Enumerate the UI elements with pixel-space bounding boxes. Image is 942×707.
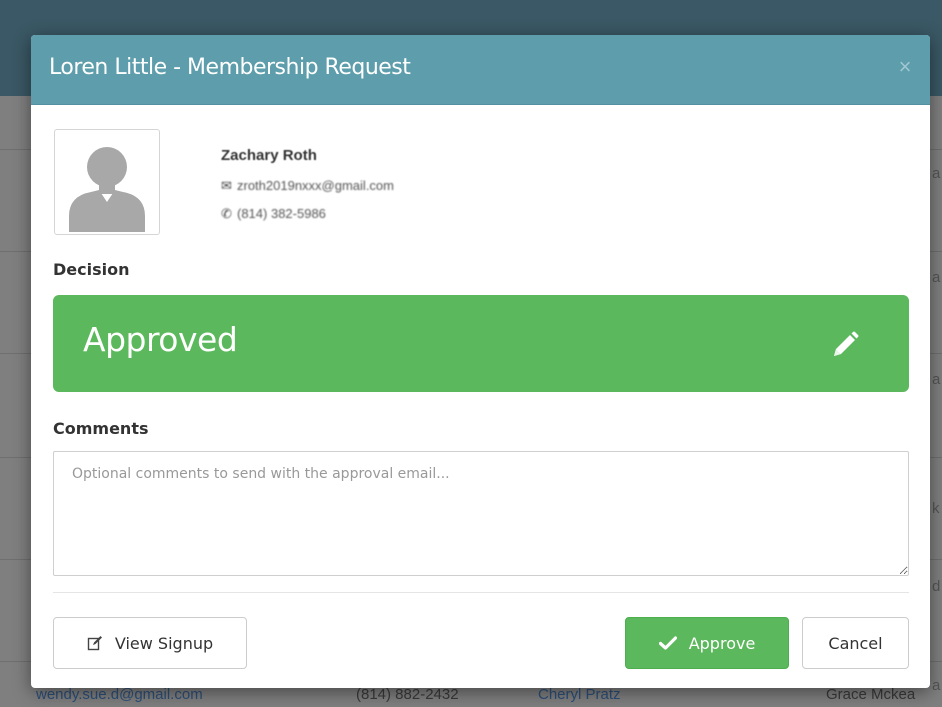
member-phone: (814) 382-5986: [237, 206, 326, 221]
avatar: [54, 129, 160, 235]
decision-selector[interactable]: Approved: [53, 295, 909, 392]
footer-divider: [53, 592, 909, 593]
close-icon[interactable]: ×: [894, 55, 916, 79]
background-phone-text: (814) 882-2432: [356, 686, 459, 703]
cancel-label: Cancel: [828, 633, 883, 653]
membership-request-modal: Loren Little - Membership Request × Zach…: [31, 35, 930, 688]
decision-value: Approved: [83, 320, 238, 359]
cancel-button[interactable]: Cancel: [802, 617, 909, 669]
background-cell-fragment: a: [932, 269, 941, 286]
background-cell-fragment: a: [932, 371, 941, 388]
view-signup-button[interactable]: View Signup: [53, 617, 247, 669]
comments-textarea[interactable]: [53, 451, 909, 576]
background-name-text: Grace Mckea: [826, 686, 916, 703]
background-cell-fragment: a: [932, 165, 941, 182]
comments-label: Comments: [53, 419, 149, 438]
background-cell-fragment: k: [932, 500, 940, 517]
member-phone-row: ✆ (814) 382-5986: [221, 206, 326, 222]
background-cell-fragment: d: [932, 578, 941, 595]
member-email[interactable]: zroth2019nxxx@gmail.com: [237, 178, 394, 193]
approve-label: Approve: [688, 633, 756, 653]
view-signup-label: View Signup: [114, 633, 214, 653]
member-email-row: ✉ zroth2019nxxx@gmail.com: [221, 178, 394, 194]
edit-icon: [87, 635, 103, 651]
decision-label: Decision: [53, 260, 130, 279]
phone-icon: ✆: [221, 206, 232, 221]
member-name: Zachary Roth: [221, 147, 317, 164]
background-name-link[interactable]: Cheryl Pratz: [538, 686, 648, 707]
checkmark-icon: [658, 636, 677, 650]
modal-header: Loren Little - Membership Request ×: [31, 35, 930, 105]
pencil-icon[interactable]: [829, 329, 861, 361]
approve-button[interactable]: Approve: [625, 617, 789, 669]
modal-title: Loren Little - Membership Request: [49, 55, 411, 80]
envelope-icon: ✉: [221, 178, 232, 193]
background-email-link[interactable]: wendy.sue.d@gmail.com: [36, 686, 266, 707]
user-silhouette-icon: [69, 147, 145, 232]
